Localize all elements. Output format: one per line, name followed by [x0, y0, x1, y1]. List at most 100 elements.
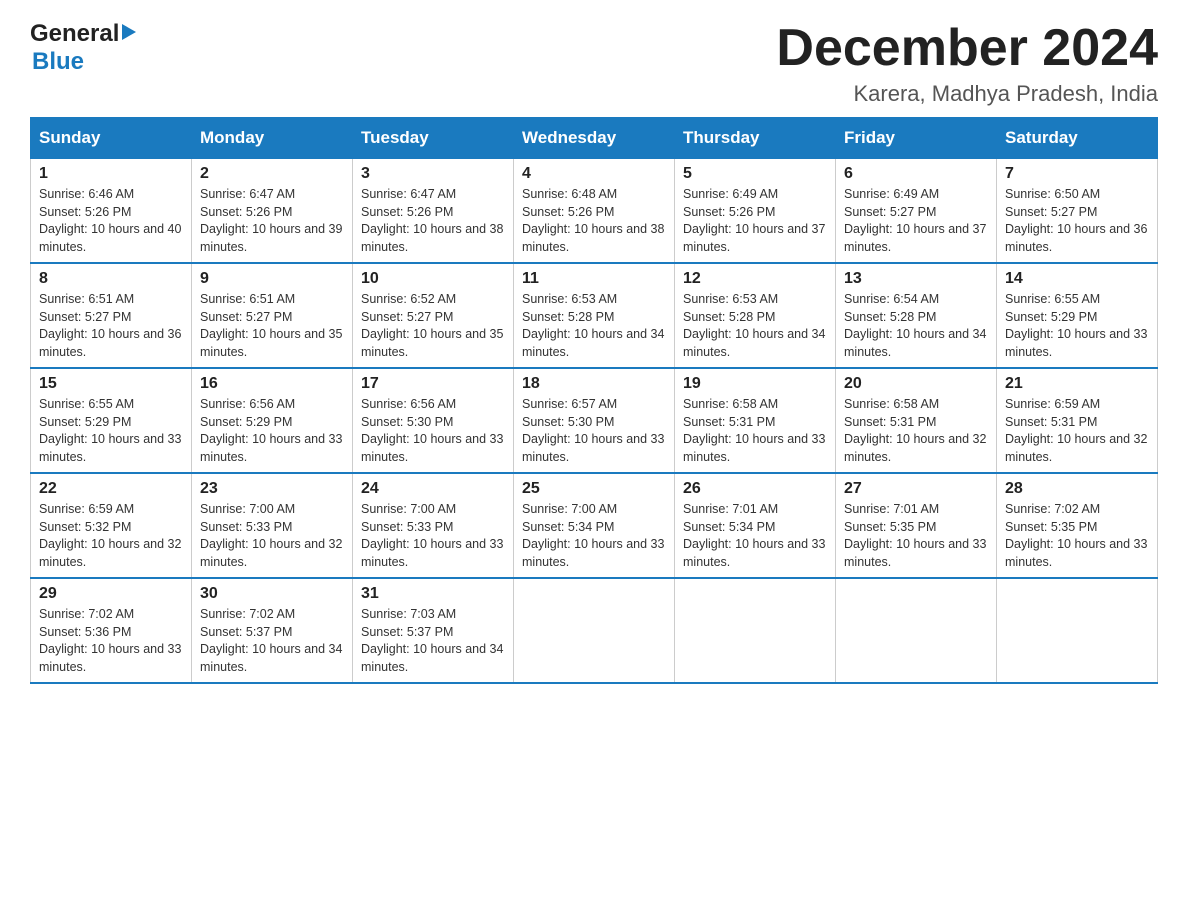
col-wednesday: Wednesday — [514, 118, 675, 159]
calendar-cell: 25 Sunrise: 7:00 AMSunset: 5:34 PMDaylig… — [514, 473, 675, 578]
day-number: 26 — [683, 480, 827, 498]
calendar-week-2: 8 Sunrise: 6:51 AMSunset: 5:27 PMDayligh… — [31, 263, 1158, 368]
day-number: 28 — [1005, 480, 1149, 498]
day-info: Sunrise: 7:02 AMSunset: 5:35 PMDaylight:… — [1005, 502, 1147, 569]
calendar-cell — [997, 578, 1158, 683]
day-info: Sunrise: 6:59 AMSunset: 5:32 PMDaylight:… — [39, 502, 181, 569]
day-number: 4 — [522, 165, 666, 183]
day-info: Sunrise: 7:02 AMSunset: 5:37 PMDaylight:… — [200, 607, 342, 674]
calendar-cell: 31 Sunrise: 7:03 AMSunset: 5:37 PMDaylig… — [353, 578, 514, 683]
col-thursday: Thursday — [675, 118, 836, 159]
col-sunday: Sunday — [31, 118, 192, 159]
calendar-cell: 28 Sunrise: 7:02 AMSunset: 5:35 PMDaylig… — [997, 473, 1158, 578]
day-info: Sunrise: 6:49 AMSunset: 5:27 PMDaylight:… — [844, 187, 986, 254]
day-number: 18 — [522, 375, 666, 393]
day-info: Sunrise: 6:56 AMSunset: 5:30 PMDaylight:… — [361, 397, 503, 464]
calendar-cell: 6 Sunrise: 6:49 AMSunset: 5:27 PMDayligh… — [836, 159, 997, 264]
day-info: Sunrise: 6:58 AMSunset: 5:31 PMDaylight:… — [844, 397, 986, 464]
day-number: 31 — [361, 585, 505, 603]
day-number: 19 — [683, 375, 827, 393]
calendar-cell: 20 Sunrise: 6:58 AMSunset: 5:31 PMDaylig… — [836, 368, 997, 473]
col-tuesday: Tuesday — [353, 118, 514, 159]
calendar-cell: 24 Sunrise: 7:00 AMSunset: 5:33 PMDaylig… — [353, 473, 514, 578]
calendar-cell: 7 Sunrise: 6:50 AMSunset: 5:27 PMDayligh… — [997, 159, 1158, 264]
calendar-cell: 3 Sunrise: 6:47 AMSunset: 5:26 PMDayligh… — [353, 159, 514, 264]
day-number: 9 — [200, 270, 344, 288]
day-info: Sunrise: 6:53 AMSunset: 5:28 PMDaylight:… — [683, 292, 825, 359]
calendar-cell: 15 Sunrise: 6:55 AMSunset: 5:29 PMDaylig… — [31, 368, 192, 473]
calendar-cell: 11 Sunrise: 6:53 AMSunset: 5:28 PMDaylig… — [514, 263, 675, 368]
title-block: December 2024 Karera, Madhya Pradesh, In… — [776, 20, 1158, 107]
calendar-header: Sunday Monday Tuesday Wednesday Thursday… — [31, 118, 1158, 159]
day-number: 12 — [683, 270, 827, 288]
day-number: 30 — [200, 585, 344, 603]
calendar-cell: 14 Sunrise: 6:55 AMSunset: 5:29 PMDaylig… — [997, 263, 1158, 368]
calendar-cell: 16 Sunrise: 6:56 AMSunset: 5:29 PMDaylig… — [192, 368, 353, 473]
day-info: Sunrise: 7:00 AMSunset: 5:33 PMDaylight:… — [200, 502, 342, 569]
day-number: 22 — [39, 480, 183, 498]
calendar-subtitle: Karera, Madhya Pradesh, India — [776, 81, 1158, 107]
day-number: 25 — [522, 480, 666, 498]
day-number: 15 — [39, 375, 183, 393]
day-number: 7 — [1005, 165, 1149, 183]
day-number: 14 — [1005, 270, 1149, 288]
day-info: Sunrise: 6:58 AMSunset: 5:31 PMDaylight:… — [683, 397, 825, 464]
day-info: Sunrise: 6:55 AMSunset: 5:29 PMDaylight:… — [39, 397, 181, 464]
calendar-cell: 27 Sunrise: 7:01 AMSunset: 5:35 PMDaylig… — [836, 473, 997, 578]
calendar-cell: 18 Sunrise: 6:57 AMSunset: 5:30 PMDaylig… — [514, 368, 675, 473]
day-info: Sunrise: 6:47 AMSunset: 5:26 PMDaylight:… — [200, 187, 342, 254]
calendar-week-1: 1 Sunrise: 6:46 AMSunset: 5:26 PMDayligh… — [31, 159, 1158, 264]
calendar-cell: 22 Sunrise: 6:59 AMSunset: 5:32 PMDaylig… — [31, 473, 192, 578]
day-info: Sunrise: 6:49 AMSunset: 5:26 PMDaylight:… — [683, 187, 825, 254]
col-saturday: Saturday — [997, 118, 1158, 159]
day-number: 1 — [39, 165, 183, 183]
calendar-cell: 8 Sunrise: 6:51 AMSunset: 5:27 PMDayligh… — [31, 263, 192, 368]
day-number: 23 — [200, 480, 344, 498]
calendar-cell — [514, 578, 675, 683]
day-number: 6 — [844, 165, 988, 183]
calendar-table: Sunday Monday Tuesday Wednesday Thursday… — [30, 117, 1158, 684]
day-info: Sunrise: 6:56 AMSunset: 5:29 PMDaylight:… — [200, 397, 342, 464]
logo-blue-text: Blue — [32, 48, 84, 76]
day-number: 21 — [1005, 375, 1149, 393]
col-friday: Friday — [836, 118, 997, 159]
calendar-cell — [836, 578, 997, 683]
calendar-cell: 29 Sunrise: 7:02 AMSunset: 5:36 PMDaylig… — [31, 578, 192, 683]
calendar-week-4: 22 Sunrise: 6:59 AMSunset: 5:32 PMDaylig… — [31, 473, 1158, 578]
day-info: Sunrise: 7:00 AMSunset: 5:33 PMDaylight:… — [361, 502, 503, 569]
calendar-cell: 10 Sunrise: 6:52 AMSunset: 5:27 PMDaylig… — [353, 263, 514, 368]
day-number: 27 — [844, 480, 988, 498]
day-info: Sunrise: 6:46 AMSunset: 5:26 PMDaylight:… — [39, 187, 181, 254]
day-number: 2 — [200, 165, 344, 183]
calendar-cell: 19 Sunrise: 6:58 AMSunset: 5:31 PMDaylig… — [675, 368, 836, 473]
calendar-cell: 30 Sunrise: 7:02 AMSunset: 5:37 PMDaylig… — [192, 578, 353, 683]
day-info: Sunrise: 6:55 AMSunset: 5:29 PMDaylight:… — [1005, 292, 1147, 359]
day-number: 10 — [361, 270, 505, 288]
logo-arrow-icon — [122, 22, 140, 47]
calendar-cell: 4 Sunrise: 6:48 AMSunset: 5:26 PMDayligh… — [514, 159, 675, 264]
col-monday: Monday — [192, 118, 353, 159]
logo-general-text: General — [30, 20, 119, 48]
day-info: Sunrise: 6:54 AMSunset: 5:28 PMDaylight:… — [844, 292, 986, 359]
calendar-week-3: 15 Sunrise: 6:55 AMSunset: 5:29 PMDaylig… — [31, 368, 1158, 473]
calendar-cell — [675, 578, 836, 683]
day-info: Sunrise: 6:51 AMSunset: 5:27 PMDaylight:… — [39, 292, 181, 359]
day-number: 5 — [683, 165, 827, 183]
calendar-cell: 13 Sunrise: 6:54 AMSunset: 5:28 PMDaylig… — [836, 263, 997, 368]
calendar-cell: 9 Sunrise: 6:51 AMSunset: 5:27 PMDayligh… — [192, 263, 353, 368]
day-info: Sunrise: 7:02 AMSunset: 5:36 PMDaylight:… — [39, 607, 181, 674]
day-info: Sunrise: 6:47 AMSunset: 5:26 PMDaylight:… — [361, 187, 503, 254]
day-number: 13 — [844, 270, 988, 288]
day-info: Sunrise: 6:51 AMSunset: 5:27 PMDaylight:… — [200, 292, 342, 359]
calendar-cell: 26 Sunrise: 7:01 AMSunset: 5:34 PMDaylig… — [675, 473, 836, 578]
day-info: Sunrise: 6:53 AMSunset: 5:28 PMDaylight:… — [522, 292, 664, 359]
calendar-cell: 23 Sunrise: 7:00 AMSunset: 5:33 PMDaylig… — [192, 473, 353, 578]
day-number: 16 — [200, 375, 344, 393]
day-number: 17 — [361, 375, 505, 393]
calendar-cell: 5 Sunrise: 6:49 AMSunset: 5:26 PMDayligh… — [675, 159, 836, 264]
calendar-cell: 1 Sunrise: 6:46 AMSunset: 5:26 PMDayligh… — [31, 159, 192, 264]
day-info: Sunrise: 6:50 AMSunset: 5:27 PMDaylight:… — [1005, 187, 1147, 254]
day-info: Sunrise: 7:03 AMSunset: 5:37 PMDaylight:… — [361, 607, 503, 674]
calendar-body: 1 Sunrise: 6:46 AMSunset: 5:26 PMDayligh… — [31, 159, 1158, 684]
day-number: 24 — [361, 480, 505, 498]
